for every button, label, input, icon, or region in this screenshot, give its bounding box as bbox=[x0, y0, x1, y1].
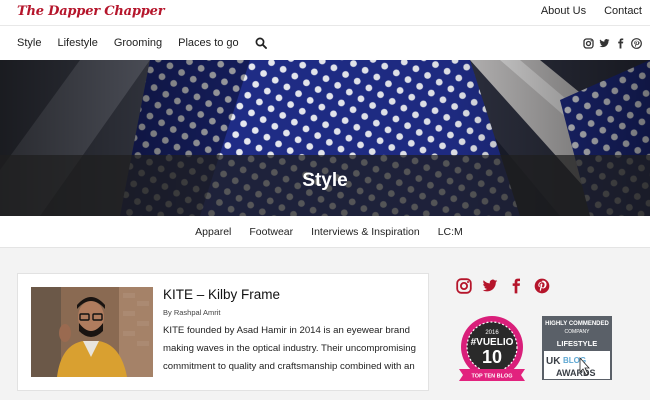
about-us-link[interactable]: About Us bbox=[541, 5, 586, 17]
post-thumbnail[interactable] bbox=[31, 287, 153, 377]
vuelio-number: 10 bbox=[482, 347, 502, 367]
twitter-icon[interactable] bbox=[599, 36, 610, 48]
uk-blog-awards-badge[interactable]: HIGHLY COMMENDED COMPANY LIFESTYLE UK BL… bbox=[542, 316, 612, 380]
twitter-icon[interactable] bbox=[482, 278, 498, 294]
instagram-icon[interactable] bbox=[456, 278, 472, 294]
subnav-item-lcm[interactable]: LC:M bbox=[438, 226, 463, 238]
main-nav: Style Lifestyle Grooming Places to go bbox=[0, 26, 650, 60]
hero-banner: Style bbox=[0, 60, 650, 216]
pinterest-icon[interactable] bbox=[631, 36, 642, 49]
uk-badge-awards: AWARDS bbox=[556, 368, 596, 378]
vuelio-year: 2016 bbox=[485, 330, 499, 336]
top-bar: The Dapper Chapper About Us Contact bbox=[0, 0, 650, 26]
nav-item-places[interactable]: Places to go bbox=[178, 37, 239, 49]
uk-badge-line2: COMPANY bbox=[565, 329, 591, 335]
instagram-icon[interactable] bbox=[583, 36, 594, 49]
site-logo[interactable]: The Dapper Chapper bbox=[17, 4, 165, 19]
sidebar-social-icons bbox=[456, 278, 550, 294]
subnav-item-interviews[interactable]: Interviews & Inspiration bbox=[311, 226, 420, 238]
page-title: Style bbox=[302, 170, 348, 191]
header-social-icons bbox=[583, 36, 642, 49]
nav-item-grooming[interactable]: Grooming bbox=[114, 37, 162, 49]
post-title[interactable]: KITE – Kilby Frame bbox=[163, 287, 280, 302]
facebook-icon[interactable] bbox=[508, 278, 524, 294]
vuelio-top-ten-badge[interactable]: 2016 #VUELIO 10 TOP TEN BLOG bbox=[455, 314, 529, 384]
uk-badge-line1: HIGHLY COMMENDED bbox=[545, 321, 609, 327]
post-byline: By Rashpal Amrit bbox=[163, 308, 221, 317]
facebook-icon[interactable] bbox=[615, 36, 626, 49]
top-links: About Us Contact bbox=[541, 5, 642, 17]
post-card[interactable]: KITE – Kilby Frame By Rashpal Amrit KITE… bbox=[17, 273, 429, 391]
post-excerpt: KITE founded by Asad Hamir in 2014 is an… bbox=[163, 325, 416, 372]
pinterest-icon[interactable] bbox=[534, 278, 550, 294]
nav-item-style[interactable]: Style bbox=[17, 37, 41, 49]
subnav-item-apparel[interactable]: Apparel bbox=[195, 226, 231, 238]
subnav-item-footwear[interactable]: Footwear bbox=[249, 226, 293, 238]
uk-badge-line3: LIFESTYLE bbox=[557, 339, 597, 348]
nav-item-lifestyle[interactable]: Lifestyle bbox=[57, 37, 97, 49]
category-subnav: Apparel Footwear Interviews & Inspiratio… bbox=[0, 216, 650, 248]
contact-link[interactable]: Contact bbox=[604, 5, 642, 17]
vuelio-ribbon: TOP TEN BLOG bbox=[471, 374, 512, 380]
search-icon[interactable] bbox=[255, 37, 267, 49]
uk-badge-uk: UK bbox=[546, 356, 561, 367]
